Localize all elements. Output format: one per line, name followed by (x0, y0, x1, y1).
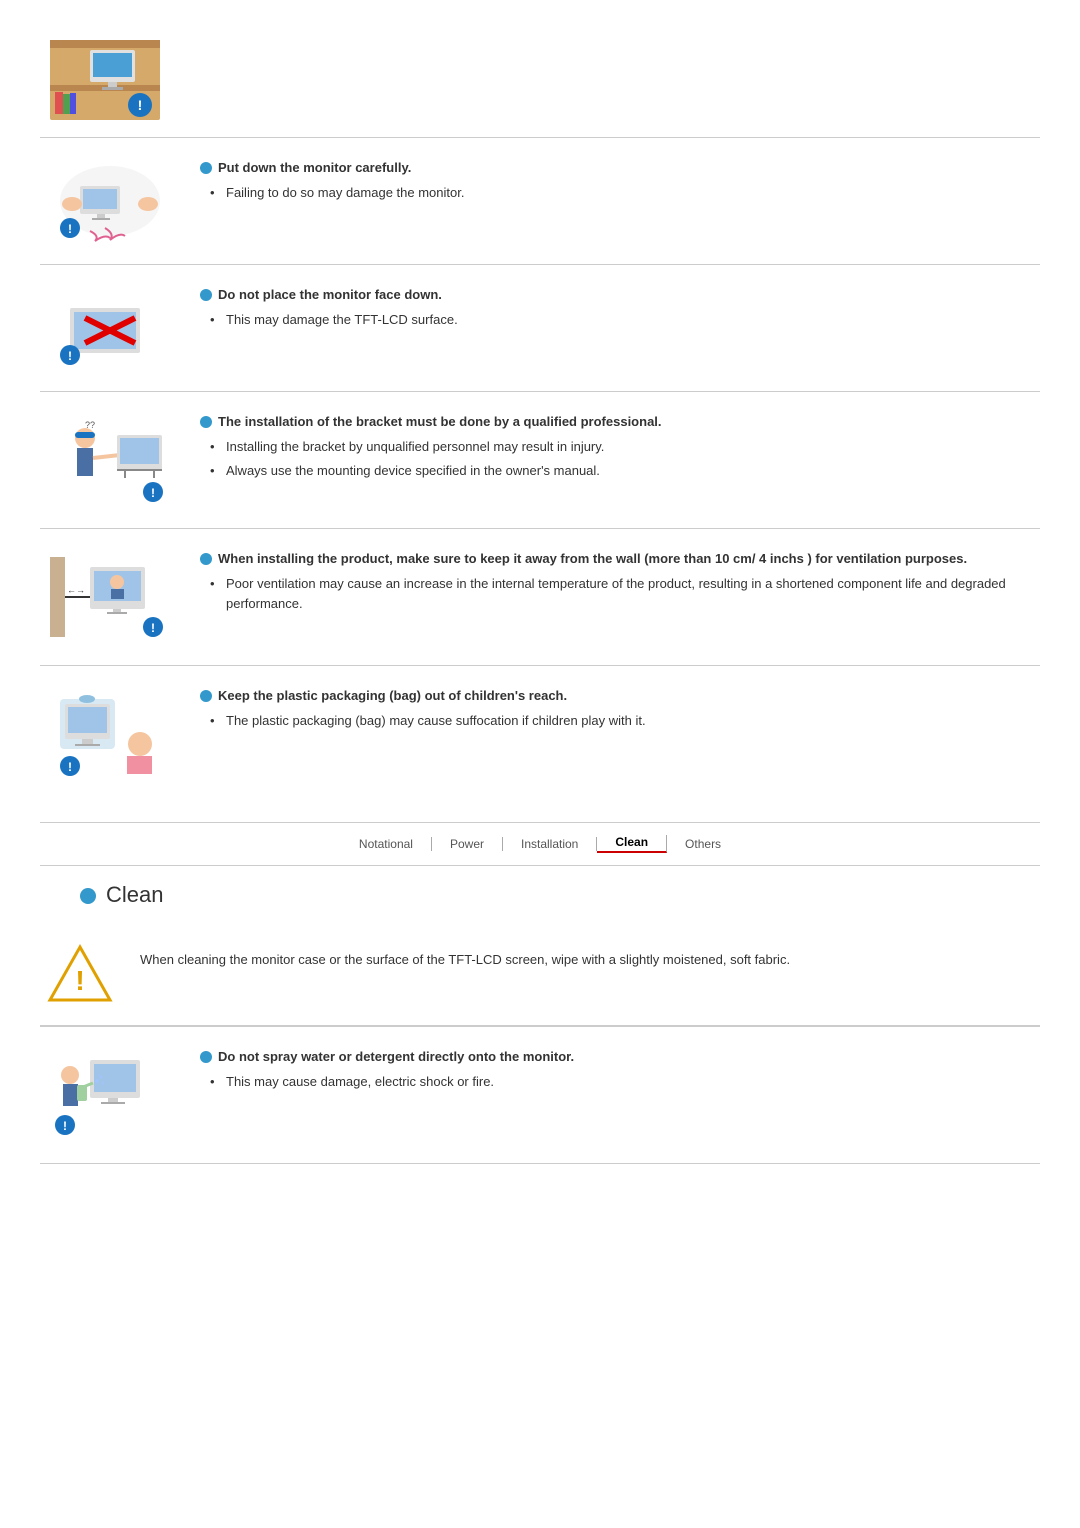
svg-text:!: ! (68, 349, 72, 363)
section-bracket-bullets: Installing the bracket by unqualified pe… (200, 437, 1040, 480)
cleaning-info-text: When cleaning the monitor case or the su… (140, 942, 790, 971)
nav-others[interactable]: Others (667, 837, 739, 851)
blue-dot-icon (200, 416, 212, 428)
svg-text:!: ! (151, 486, 155, 500)
section-do-not-spray-img: ! (40, 1045, 200, 1145)
top-image-row: ! (40, 20, 1040, 138)
clean-heading: Clean (40, 882, 1040, 908)
section-face-down-bullets: This may damage the TFT-LCD surface. (200, 310, 1040, 330)
section-ventilation-title: When installing the product, make sure t… (200, 551, 1040, 566)
bullet-item: Always use the mounting device specified… (210, 461, 1040, 481)
section-do-not-spray-bullets: This may cause damage, electric shock or… (200, 1072, 1040, 1092)
nav-notational[interactable]: Notational (341, 837, 432, 851)
svg-text:!: ! (138, 97, 143, 113)
section-ventilation: ←→ ! When installing the product, make s… (40, 529, 1040, 666)
nav-installation[interactable]: Installation (503, 837, 597, 851)
section-packaging-bullets: The plastic packaging (bag) may cause su… (200, 711, 1040, 731)
bullet-item: Installing the bracket by unqualified pe… (210, 437, 1040, 457)
section-bracket-text: The installation of the bracket must be … (200, 410, 1040, 484)
section-do-not-spray-text: Do not spray water or detergent directly… (200, 1045, 1040, 1096)
section-bracket-title: The installation of the bracket must be … (200, 414, 1040, 429)
section-face-down-title: Do not place the monitor face down. (200, 287, 1040, 302)
bullet-item: This may cause damage, electric shock or… (210, 1072, 1040, 1092)
bullet-item: This may damage the TFT-LCD surface. (210, 310, 1040, 330)
section-do-not-spray: ! Do not spray water or detergent direct… (40, 1026, 1040, 1164)
svg-text:!: ! (68, 760, 72, 774)
section-packaging: ! Keep the plastic packaging (bag) out o… (40, 666, 1040, 802)
blue-dot-icon (200, 690, 212, 702)
safety-sections: ! Put down the monitor carefully. Failin… (40, 138, 1040, 802)
section-put-down-title: Put down the monitor carefully. (200, 160, 1040, 175)
blue-dot-icon (200, 1051, 212, 1063)
section-ventilation-bullets: Poor ventilation may cause an increase i… (200, 574, 1040, 613)
nav-bar: Notational Power Installation Clean Othe… (40, 822, 1040, 866)
section-do-not-spray-title: Do not spray water or detergent directly… (200, 1049, 1040, 1064)
section-bracket-img: ! ?? (40, 410, 200, 510)
warning-triangle-img: ! (40, 942, 120, 1007)
nav-clean[interactable]: Clean (597, 835, 667, 853)
clean-blue-dot-icon (80, 888, 96, 904)
bullet-item: Poor ventilation may cause an increase i… (210, 574, 1040, 613)
svg-text:!: ! (68, 222, 72, 236)
section-bracket: ! ?? The installation of the bracket mus… (40, 392, 1040, 529)
section-put-down-text: Put down the monitor carefully. Failing … (200, 156, 1040, 207)
bullet-item: Failing to do so may damage the monitor. (210, 183, 1040, 203)
section-ventilation-text: When installing the product, make sure t… (200, 547, 1040, 617)
svg-text:!: ! (75, 965, 84, 996)
blue-dot-icon (200, 289, 212, 301)
svg-text:!: ! (151, 621, 155, 635)
svg-text:←→: ←→ (67, 585, 85, 595)
section-packaging-title: Keep the plastic packaging (bag) out of … (200, 688, 1040, 703)
section-put-down-img: ! (40, 156, 200, 246)
section-face-down-text: Do not place the monitor face down. This… (200, 283, 1040, 334)
section-put-down: ! Put down the monitor carefully. Failin… (40, 138, 1040, 265)
section-packaging-img: ! (40, 684, 200, 784)
section-face-down-img: ! (40, 283, 200, 373)
blue-dot-icon (200, 553, 212, 565)
blue-dot-icon (200, 162, 212, 174)
section-ventilation-img: ←→ ! (40, 547, 200, 647)
nav-power[interactable]: Power (432, 837, 503, 851)
clean-title: Clean (106, 882, 163, 908)
svg-text:!: ! (63, 1119, 67, 1133)
top-illustration: ! (40, 30, 170, 130)
section-face-down: ! Do not place the monitor face down. Th… (40, 265, 1040, 392)
section-put-down-bullets: Failing to do so may damage the monitor. (200, 183, 1040, 203)
section-packaging-text: Keep the plastic packaging (bag) out of … (200, 684, 1040, 735)
bullet-item: The plastic packaging (bag) may cause su… (210, 711, 1040, 731)
cleaning-info-row: ! When cleaning the monitor case or the … (40, 924, 1040, 1026)
svg-text:??: ?? (85, 420, 95, 430)
